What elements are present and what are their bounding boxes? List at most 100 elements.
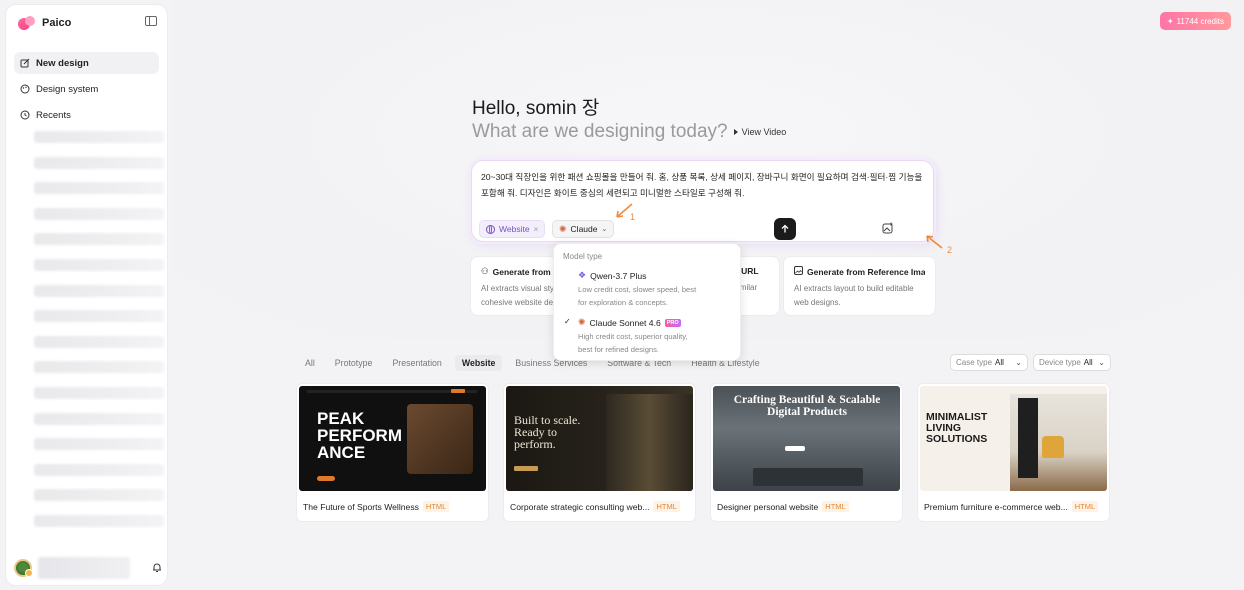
gen-card-desc-line: AI extracts visual sty <box>481 284 554 293</box>
template-card-furniture[interactable]: MINIMALIST LIVING SOLUTIONS Premium furn… <box>917 383 1110 522</box>
template-card-label: The Future of Sports Wellness HTML <box>303 501 450 512</box>
nav-new-design[interactable]: New design <box>14 52 159 74</box>
template-title: Corporate strategic consulting web... <box>510 501 650 512</box>
tab-all[interactable]: All <box>298 355 322 371</box>
template-thumbnail: Crafting Beautiful & Scalable Digital Pr… <box>713 386 900 491</box>
template-thumbnail: Built to scale. Ready to perform. <box>506 386 693 491</box>
tab-prototype[interactable]: Prototype <box>328 355 380 371</box>
template-card-consulting[interactable]: Built to scale. Ready to perform. Corpor… <box>503 383 696 522</box>
recent-item[interactable] <box>34 310 164 323</box>
template-title: The Future of Sports Wellness <box>303 501 419 512</box>
brand-icon: ⚇ <box>481 266 489 276</box>
tab-website[interactable]: Website <box>454 355 503 371</box>
model-option-name: Qwen-3.7 Plus <box>590 270 647 281</box>
dropdown-heading: Model type <box>563 252 603 261</box>
globe-icon <box>486 224 495 234</box>
gen-card-desc-line: web designs. <box>794 298 841 307</box>
gen-card-title-text: Generate from B <box>492 266 560 277</box>
prompt-input[interactable]: 20~30대 직장인을 위한 패션 쇼핑몰을 만들어 줘. 홈, 상품 목록, … <box>481 169 926 201</box>
recent-item[interactable] <box>34 284 164 297</box>
html-badge: HTML <box>653 501 680 512</box>
sidebar-collapse-icon[interactable] <box>145 16 157 26</box>
model-option-qwen[interactable]: ❖ Qwen-3.7 Plus Low credit cost, slower … <box>578 270 733 309</box>
close-icon[interactable]: × <box>534 225 539 234</box>
recent-item[interactable] <box>34 438 164 451</box>
image-upload-icon[interactable] <box>882 222 894 234</box>
paico-logo-icon <box>18 16 36 30</box>
tab-presentation[interactable]: Presentation <box>385 355 448 371</box>
claude-icon: ✺ <box>578 317 586 327</box>
gen-card-title: Generate from Reference Image <box>794 266 925 277</box>
prompt-box[interactable]: 20~30대 직장인을 위한 패션 쇼핑몰을 만들어 줘. 홈, 상품 목록, … <box>471 160 934 242</box>
nav-recents[interactable]: Recents <box>14 104 159 126</box>
chevron-down-icon: ⌄ <box>1098 358 1105 367</box>
template-thumbnail: MINIMALIST LIVING SOLUTIONS <box>920 386 1107 491</box>
recent-item[interactable] <box>34 335 164 348</box>
gen-card-desc-line: AI extracts layout to build editable <box>794 284 914 293</box>
history-icon <box>20 110 30 120</box>
model-option-desc-line: High credit cost, superior quality, <box>578 332 688 341</box>
recent-item[interactable] <box>34 361 164 374</box>
recent-item[interactable] <box>34 182 164 195</box>
nav-new-design-label: New design <box>36 57 89 69</box>
edit-icon <box>20 58 30 68</box>
template-card-sports[interactable]: PEAK PERFORM ANCE The Future of Sports W… <box>296 383 489 522</box>
annotation-label-1: 1 <box>630 212 636 222</box>
view-video-link[interactable]: View Video <box>733 127 787 137</box>
main-area: ✦ 11744 credits Hello, somin 장 What are … <box>172 0 1244 590</box>
chevron-down-icon: ⌄ <box>1015 358 1022 367</box>
thumb-headline: MINIMALIST LIVING SOLUTIONS <box>926 411 988 445</box>
device-type-select[interactable]: Device type All ⌄ <box>1033 354 1111 371</box>
annotation-label-2: 2 <box>947 245 953 255</box>
model-option-desc-line: best for refined designs. <box>578 345 660 354</box>
device-type-value: All <box>1083 358 1093 367</box>
brand-name: Paico <box>42 17 72 29</box>
template-card-label: Designer personal website HTML <box>717 501 849 512</box>
model-option-claude-sonnet[interactable]: ✺ Claude Sonnet 4.6 PRO High credit cost… <box>578 317 733 356</box>
sparkle-icon: ✦ <box>1166 16 1174 26</box>
brand[interactable]: Paico <box>18 16 71 30</box>
model-option-desc: Low credit cost, slower speed, best for … <box>578 283 733 309</box>
device-type-label: Device type <box>1039 358 1081 367</box>
recent-item[interactable] <box>34 207 164 220</box>
gen-card-title-text: Generate from Reference Image <box>807 266 925 277</box>
user-row[interactable] <box>14 553 164 583</box>
recent-item[interactable] <box>34 131 164 143</box>
recent-item[interactable] <box>34 233 164 246</box>
chevron-down-icon: ⌄ <box>601 226 608 233</box>
recent-item[interactable] <box>34 156 164 169</box>
play-icon <box>733 129 738 135</box>
recent-item[interactable] <box>34 489 164 502</box>
model-select-label: Claude <box>570 224 598 234</box>
recent-item[interactable] <box>34 258 164 271</box>
send-button[interactable] <box>774 218 796 240</box>
palette-icon <box>20 84 30 94</box>
template-card-designer[interactable]: Crafting Beautiful & Scalable Digital Pr… <box>710 383 903 522</box>
case-type-select[interactable]: Case type All ⌄ <box>950 354 1028 371</box>
avatar[interactable] <box>14 559 33 577</box>
credits-badge[interactable]: ✦ 11744 credits <box>1159 12 1231 30</box>
website-chip-label: Website <box>499 224 530 234</box>
template-title: Premium furniture e-commerce web... <box>924 501 1068 512</box>
recent-item[interactable] <box>34 463 164 476</box>
greeting: Hello, somin 장 <box>472 98 600 119</box>
model-select[interactable]: ✺ Claude ⌄ <box>552 220 615 238</box>
recent-item[interactable] <box>34 386 164 399</box>
model-option-name: Claude Sonnet 4.6 <box>589 317 661 328</box>
gen-card-desc-line: cohesive website de <box>481 298 554 307</box>
model-option-desc-line: for exploration & concepts. <box>578 298 668 307</box>
recent-item[interactable] <box>34 412 164 425</box>
generate-from-reference-image-card[interactable]: Generate from Reference Image AI extract… <box>783 256 936 316</box>
view-video-label: View Video <box>741 127 787 137</box>
template-title: Designer personal website <box>717 501 819 512</box>
recent-item[interactable] <box>34 514 164 527</box>
subtitle-text: What are we designing today? <box>472 121 728 142</box>
website-chip[interactable]: Website × <box>479 220 546 238</box>
nav-design-system[interactable]: Design system <box>14 78 159 100</box>
bell-icon[interactable] <box>152 562 162 573</box>
sidebar: Paico New design Design system Recents <box>6 5 167 585</box>
subtitle: What are we designing today? View Video <box>472 121 786 143</box>
pro-badge: PRO <box>664 318 681 327</box>
thumb-headline: PEAK PERFORM ANCE <box>317 409 402 462</box>
check-icon: ✓ <box>564 317 571 326</box>
